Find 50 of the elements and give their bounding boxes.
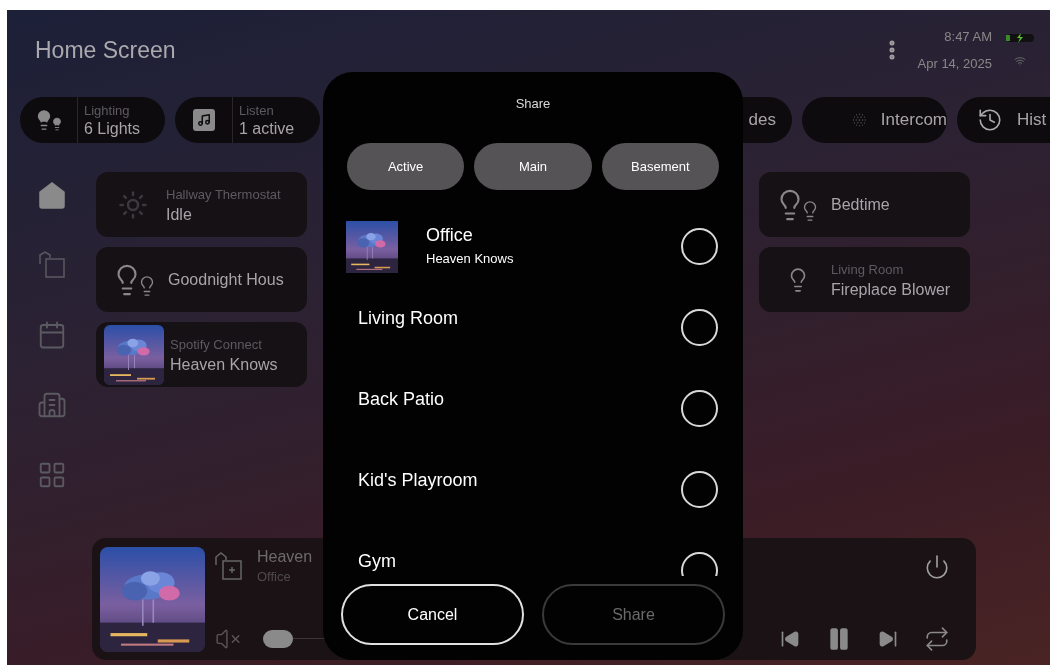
scene-name: Bedtime bbox=[831, 194, 890, 215]
music-house-icon bbox=[192, 109, 215, 131]
screen-title: Home Screen bbox=[35, 35, 176, 65]
wifi-icon bbox=[1014, 55, 1026, 67]
nav-pill[interactable]: Intercom bbox=[802, 97, 947, 143]
nav-pill[interactable]: Hist bbox=[957, 97, 1050, 143]
status-pill[interactable]: Listen 1 active bbox=[175, 97, 320, 143]
zone-name: Kid's Playroom bbox=[357, 469, 478, 492]
zone-name: Office bbox=[426, 223, 474, 247]
radio-button[interactable] bbox=[681, 390, 718, 427]
track-title: Heaven bbox=[257, 546, 313, 567]
card-label: Spotify Connect bbox=[170, 335, 263, 354]
floor-tab[interactable]: Basement bbox=[601, 143, 719, 190]
clock-time: 8:47 AM bbox=[944, 27, 992, 46]
repeat-icon[interactable] bbox=[924, 625, 950, 652]
pill-label: Listen bbox=[239, 102, 275, 120]
pill-label: Lighting bbox=[84, 102, 131, 120]
sun-icon bbox=[118, 189, 148, 220]
zone-track: Heaven Knows bbox=[426, 249, 514, 268]
battery-charging-icon bbox=[1006, 33, 1034, 43]
history-icon bbox=[977, 107, 1003, 133]
floor-tab[interactable]: Main bbox=[474, 143, 592, 190]
pill-value: 1 active bbox=[239, 120, 295, 138]
scene-card[interactable]: Goodnight Hous bbox=[96, 247, 307, 312]
zone-name: Gym bbox=[357, 550, 396, 573]
dialog-button[interactable]: Cancel bbox=[341, 584, 524, 645]
card-value: Heaven Knows bbox=[170, 354, 278, 375]
card-value: Idle bbox=[166, 204, 193, 225]
floor-tab[interactable]: Active bbox=[347, 143, 465, 190]
radio-button[interactable] bbox=[681, 471, 718, 508]
media-card[interactable]: Spotify Connect Heaven Knows bbox=[96, 322, 307, 387]
status-pill[interactable]: Lighting 6 Lights bbox=[20, 97, 165, 143]
light-card[interactable]: Living Room Fireplace Blower bbox=[759, 247, 970, 312]
radio-button[interactable] bbox=[681, 228, 718, 265]
power-icon[interactable] bbox=[924, 553, 950, 580]
card-label: Living Room bbox=[831, 260, 905, 279]
scene-name: Goodnight Hous bbox=[168, 269, 284, 290]
card-value: Fireplace Blower bbox=[831, 279, 951, 300]
room-name: Office bbox=[257, 567, 292, 586]
pill-value: 6 Lights bbox=[84, 120, 141, 138]
thermostat-card[interactable]: Hallway Thermostat Idle bbox=[96, 172, 307, 237]
date-text: Apr 14, 2025 bbox=[917, 55, 992, 73]
home-icon[interactable] bbox=[36, 180, 67, 210]
slider-thumb[interactable] bbox=[263, 629, 293, 648]
scene-card[interactable]: Bedtime bbox=[759, 172, 970, 237]
zone-name: Back Patio bbox=[357, 388, 445, 411]
card-label: Hallway Thermostat bbox=[166, 185, 281, 204]
zone-name: Living Room bbox=[357, 307, 459, 330]
radio-button[interactable] bbox=[681, 309, 718, 346]
dialog-title: Share bbox=[515, 96, 551, 112]
